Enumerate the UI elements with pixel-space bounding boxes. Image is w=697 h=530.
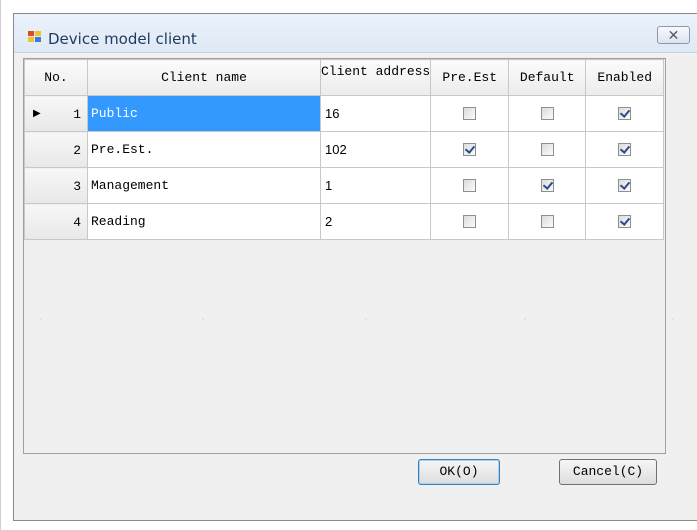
cell-pre-est [430,167,510,204]
column-header-no[interactable]: No. [24,59,88,96]
column-header-client-name[interactable]: Client name [87,59,321,96]
cell-client-address[interactable]: 102 [319,131,432,168]
ok-button[interactable]: OK(O) [418,459,500,485]
column-header-default[interactable]: Default [508,59,587,96]
default-checkbox[interactable] [540,179,554,193]
column-header-client-address[interactable]: Client address [319,59,432,96]
close-icon: ✕ [667,27,680,43]
cell-default [508,203,587,240]
cell-pre-est [430,95,510,132]
row-header[interactable]: ▶ 1 [24,95,88,132]
watermark-dot [202,318,204,320]
default-checkbox[interactable] [540,143,554,157]
cell-default [508,95,587,132]
cell-default [508,167,587,204]
default-checkbox[interactable] [540,107,554,121]
dialog-window: Device model client ✕ No. Client name Cl… [13,13,697,521]
table-body: ▶ 1 Public 16 2 Pre.Est. 102 3 Management 1 4 Readi… [24,95,665,240]
cancel-button[interactable]: Cancel(C) [559,459,657,485]
table-row[interactable]: 2 Pre.Est. 102 [24,131,665,168]
column-header-client-address-label: Client address [321,63,431,79]
table-header-row: No. Client name Client address Pre.Est D… [24,59,665,96]
enabled-checkbox[interactable] [618,179,632,193]
table-row[interactable]: 3 Management 1 [24,167,665,204]
cell-client-name[interactable]: Management [87,167,321,204]
cell-client-name[interactable]: Pre.Est. [87,131,321,168]
watermark-dot [672,318,674,320]
cell-enabled [585,203,665,240]
row-header[interactable]: 3 [24,167,88,204]
client-grid[interactable]: No. Client name Client address Pre.Est D… [23,58,666,454]
row-pointer-icon: ▶ [33,109,41,120]
window-title: Device model client [48,30,197,48]
close-button[interactable]: ✕ [657,26,690,44]
enabled-checkbox[interactable] [618,143,632,157]
cell-enabled [585,95,665,132]
enabled-checkbox[interactable] [618,215,632,229]
page-edge-line [0,0,1,530]
title-bar[interactable]: Device model client ✕ [14,14,697,53]
watermark-dot [40,318,42,320]
cell-enabled [585,131,665,168]
row-number: 2 [73,143,81,158]
cell-client-address[interactable]: 2 [319,203,432,240]
row-header[interactable]: 4 [24,203,88,240]
cell-default [508,131,587,168]
cell-pre-est [430,203,510,240]
row-number: 3 [73,179,81,194]
row-header[interactable]: 2 [24,131,88,168]
table-row[interactable]: 4 Reading 2 [24,203,665,240]
pre-est-checkbox[interactable] [463,143,477,157]
watermark-dot [524,318,526,320]
row-number: 1 [73,107,81,122]
enabled-checkbox[interactable] [618,107,632,121]
client-table: No. Client name Client address Pre.Est D… [24,59,665,240]
column-header-enabled[interactable]: Enabled [585,59,665,96]
column-header-pre-est[interactable]: Pre.Est [430,59,510,96]
cell-enabled [585,167,665,204]
cell-client-name[interactable]: Public [87,95,321,132]
cell-client-address[interactable]: 1 [319,167,432,204]
default-checkbox[interactable] [540,215,554,229]
row-number: 4 [73,215,81,230]
table-row[interactable]: ▶ 1 Public 16 [24,95,665,132]
cell-client-name[interactable]: Reading [87,203,321,240]
pre-est-checkbox[interactable] [463,179,477,193]
window-app-icon [28,31,42,43]
watermark-dot [365,318,367,320]
pre-est-checkbox[interactable] [463,107,477,121]
cell-client-address[interactable]: 16 [319,95,432,132]
cell-pre-est [430,131,510,168]
pre-est-checkbox[interactable] [463,215,477,229]
